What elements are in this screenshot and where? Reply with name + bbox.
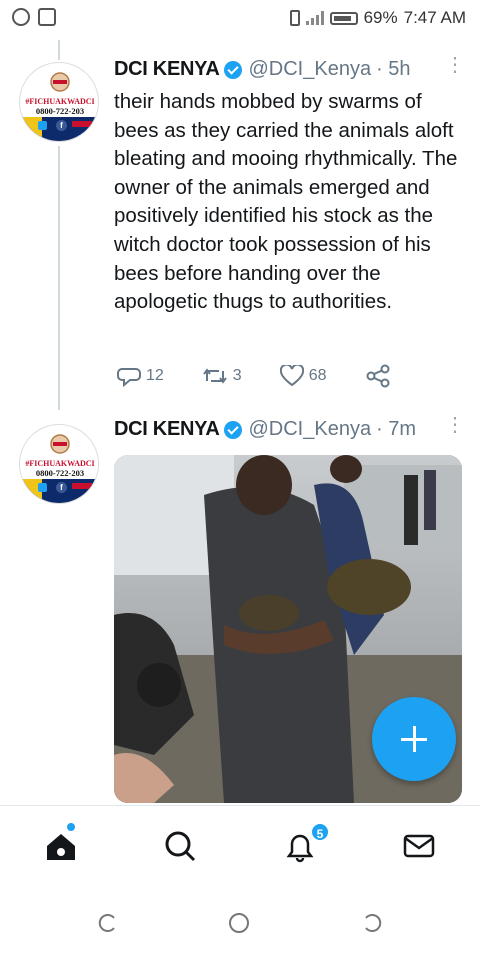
battery-icon: [329, 11, 358, 25]
more-options-icon[interactable]: ⋮: [445, 55, 465, 75]
reply-count: 12: [146, 367, 164, 384]
status-bar: 69% 7:47 AM: [0, 0, 480, 36]
tweet-text[interactable]: their hands mobbed by swarms of bees as …: [114, 88, 469, 317]
avatar[interactable]: #FICHUAKWADCI 0800-722-203 f: [19, 62, 99, 142]
tweet-header: DCI KENYA @DCI_Kenya · 7m: [114, 418, 416, 441]
notifications-badge: 5: [310, 822, 330, 842]
user-handle[interactable]: @DCI_Kenya: [248, 58, 371, 81]
more-options-icon[interactable]: ⋮: [445, 415, 465, 435]
display-name[interactable]: DCI KENYA: [114, 58, 220, 81]
bottom-nav: [0, 806, 480, 886]
twitter-icon: [38, 483, 47, 492]
retweet-button[interactable]: 3: [202, 366, 242, 386]
share-icon: [366, 364, 389, 388]
avatar-banner: f: [20, 479, 98, 503]
facebook-icon: f: [56, 120, 67, 131]
verified-badge-icon: [224, 60, 243, 79]
dci-seal-icon: [50, 434, 70, 454]
tweet-actions: 12 3 68: [117, 364, 429, 388]
recents-icon[interactable]: [96, 912, 118, 934]
retweet-icon: [202, 368, 227, 384]
thread-line: [58, 40, 60, 60]
signal-icon: [305, 11, 324, 25]
vibrate-icon: [289, 10, 300, 26]
avatar-banner: f: [20, 117, 98, 141]
like-count: 68: [308, 367, 327, 384]
thread-line: [58, 146, 60, 410]
dci-seal-icon: [50, 72, 70, 92]
twitter-icon: [38, 121, 47, 130]
verified-badge-icon: [224, 420, 243, 439]
home-system-icon[interactable]: [228, 912, 250, 934]
share-button[interactable]: [365, 364, 391, 388]
retweet-count: 3: [232, 367, 242, 384]
reply-icon: [117, 368, 141, 387]
avatar-tagline: #FICHUAKWADCI: [25, 459, 95, 468]
tweet-time: · 7m: [376, 418, 417, 440]
avatar-phone: 0800-722-203: [35, 106, 85, 116]
mail-icon[interactable]: [399, 826, 439, 866]
avatar-phone: 0800-722-203: [35, 468, 85, 478]
like-button[interactable]: 68: [279, 365, 327, 387]
home-icon[interactable]: [41, 826, 81, 866]
gallery-icon: [38, 8, 56, 26]
heart-icon: [279, 365, 304, 387]
display-name[interactable]: DCI KENYA: [114, 418, 220, 441]
compose-tweet-button[interactable]: [372, 697, 456, 781]
clock: 7:47 AM: [403, 8, 466, 27]
whatsapp-icon: [12, 8, 30, 26]
tweet-header: DCI KENYA @DCI_Kenya · 5h: [114, 58, 411, 81]
tweet-time: · 5h: [376, 58, 411, 80]
system-nav-bar: [0, 890, 480, 960]
reply-button[interactable]: 12: [117, 365, 164, 387]
home-new-dot: [67, 823, 75, 831]
user-handle[interactable]: @DCI_Kenya: [248, 418, 371, 441]
avatar-tagline: #FICHUAKWADCI: [25, 97, 95, 106]
back-icon[interactable]: [362, 912, 384, 934]
facebook-icon: f: [56, 482, 67, 493]
battery-level: 69%: [363, 8, 398, 27]
avatar[interactable]: #FICHUAKWADCI 0800-722-203 f: [19, 424, 99, 504]
search-icon[interactable]: [160, 826, 200, 866]
